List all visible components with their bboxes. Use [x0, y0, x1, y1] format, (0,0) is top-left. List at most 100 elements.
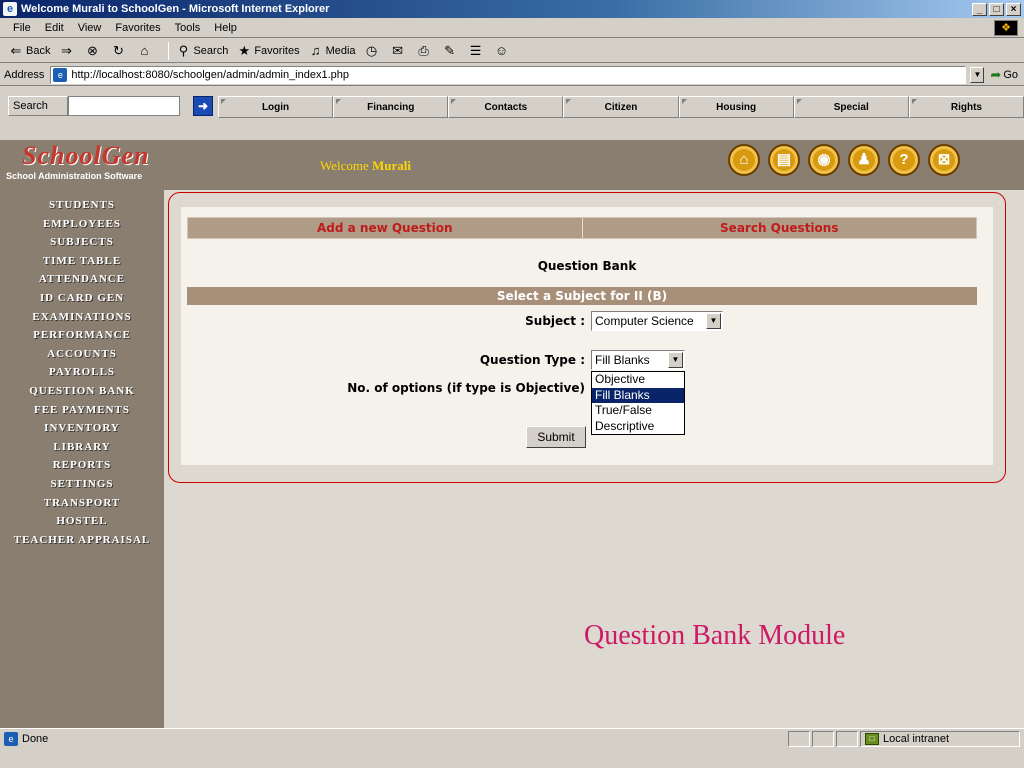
search-button[interactable]: ⚲ Search [175, 42, 229, 59]
sidebar-item-settings[interactable]: SETTINGS [0, 475, 164, 494]
option-descriptive[interactable]: Descriptive [592, 419, 684, 435]
sidebar-item-teacher-appraisal[interactable]: TEACHER APPRAISAL [0, 531, 164, 550]
option-objective[interactable]: Objective [592, 372, 684, 388]
forward-arrow-icon: ⇒ [61, 42, 72, 58]
option-fill-blanks[interactable]: Fill Blanks [592, 387, 684, 403]
bottom-strip [0, 748, 1024, 768]
refresh-button[interactable]: ↻ [110, 43, 128, 59]
minimize-button[interactable]: _ [972, 2, 987, 16]
history-icon: ◷ [365, 42, 378, 58]
close-icon[interactable]: ⊠ [928, 144, 960, 176]
print-button[interactable]: ⎙ [416, 43, 434, 59]
sidebar-item-library[interactable]: LIBRARY [0, 438, 164, 457]
tab-housing[interactable]: Housing [678, 96, 794, 118]
globe-icon[interactable]: ◉ [808, 144, 840, 176]
tab-login[interactable]: Login [218, 96, 334, 118]
address-bar: Address e http://localhost:8080/schoolge… [0, 64, 1024, 86]
sidebar-item-id-card-gen[interactable]: ID CARD GEN [0, 289, 164, 308]
menu-tools[interactable]: Tools [168, 22, 208, 34]
tab-contacts[interactable]: Contacts [448, 96, 564, 118]
status-bar: e Done □ Local intranet [0, 728, 1024, 748]
sidebar-item-transport[interactable]: TRANSPORT [0, 494, 164, 513]
discuss-button[interactable]: ☰ [468, 43, 486, 59]
address-dropdown-arrow[interactable]: ▼ [970, 66, 985, 83]
question-type-select[interactable]: Fill Blanks ▼ [591, 350, 685, 370]
go-button[interactable]: ➦ Go [990, 67, 1018, 83]
home-icon[interactable]: ⌂ [728, 144, 760, 176]
ie-logo-icon: e [3, 2, 17, 16]
logo-name: SchoolGen [22, 141, 150, 170]
options-label: No. of options (if type is Objective) [347, 381, 585, 395]
option-true-false[interactable]: True/False [592, 403, 684, 419]
maximize-button[interactable]: □ [989, 2, 1004, 16]
sidebar-item-employees[interactable]: EMPLOYEES [0, 215, 164, 234]
status-pane [812, 730, 834, 747]
sidebar-item-students[interactable]: STUDENTS [0, 196, 164, 215]
back-button[interactable]: ⇐ Back [8, 43, 51, 59]
address-input[interactable]: e http://localhost:8080/schoolgen/admin/… [50, 65, 967, 84]
welcome-message: Welcome Murali [320, 158, 412, 173]
history-button[interactable]: ◷ [364, 43, 382, 59]
forward-button[interactable]: ⇒ [58, 43, 76, 59]
stop-icon: ⊗ [87, 42, 98, 58]
question-type-dropdown-list: Objective Fill Blanks True/False Descrip… [591, 371, 685, 435]
menu-help[interactable]: Help [207, 22, 244, 34]
home-button[interactable]: ⌂ [136, 43, 154, 59]
page-title: Question Bank [537, 259, 637, 273]
favorites-icon: ★ [238, 42, 251, 58]
menu-view[interactable]: View [71, 22, 109, 34]
submit-button[interactable]: Submit [526, 426, 586, 448]
close-window-button[interactable]: × [1006, 2, 1021, 16]
status-text: Done [22, 732, 49, 745]
search-go-button[interactable]: ➜ [193, 96, 213, 116]
tab-rights[interactable]: Rights [908, 96, 1024, 118]
status-pane [788, 730, 810, 747]
stop-button[interactable]: ⊗ [84, 43, 102, 59]
sidebar-item-accounts[interactable]: ACCOUNTS [0, 345, 164, 364]
link-tabs: Login Financing Contacts Citizen Housing… [218, 96, 1024, 118]
intranet-icon: □ [865, 732, 879, 745]
window-title: Welcome Murali to SchoolGen - Microsoft … [21, 3, 330, 15]
menu-edit[interactable]: Edit [38, 22, 71, 34]
sidebar-item-fee-payments[interactable]: FEE PAYMENTS [0, 401, 164, 420]
sidebar-item-payrolls[interactable]: PAYROLLS [0, 363, 164, 382]
sidebar-item-inventory[interactable]: INVENTORY [0, 419, 164, 438]
window-title-bar: e Welcome Murali to SchoolGen - Microsof… [0, 0, 1024, 18]
sidebar-item-performance[interactable]: PERFORMANCE [0, 326, 164, 345]
tab-add-question[interactable]: Add a new Question [188, 218, 582, 238]
toolbar-search-input[interactable] [68, 96, 180, 116]
chevron-down-icon: ▼ [668, 352, 683, 368]
sidebar-item-attendance[interactable]: ATTENDANCE [0, 270, 164, 289]
tab-search-questions[interactable]: Search Questions [581, 218, 977, 238]
address-label: Address [4, 68, 45, 81]
messenger-button[interactable]: ☺ [494, 43, 512, 59]
media-button[interactable]: ♫ Media [308, 43, 356, 59]
book-icon[interactable]: ▤ [768, 144, 800, 176]
tab-special[interactable]: Special [793, 96, 909, 118]
sidebar-item-subjects[interactable]: SUBJECTS [0, 233, 164, 252]
app-header: SchoolGen School Administration Software… [0, 140, 1024, 190]
edit-button[interactable]: ✎ [442, 43, 460, 59]
page-icon: e [53, 67, 68, 82]
people-icon[interactable]: ♟ [848, 144, 880, 176]
schoolgen-logo: SchoolGen School Administration Software [4, 141, 164, 189]
menu-favorites[interactable]: Favorites [108, 22, 167, 34]
sidebar-item-hostel[interactable]: HOSTEL [0, 512, 164, 531]
menu-file[interactable]: File [6, 22, 38, 34]
help-icon[interactable]: ? [888, 144, 920, 176]
sidebar-item-time-table[interactable]: TIME TABLE [0, 252, 164, 271]
mail-button[interactable]: ✉ [390, 43, 408, 59]
sidebar-item-examinations[interactable]: EXAMINATIONS [0, 308, 164, 327]
toolbar-separator [168, 41, 170, 60]
search-icon: ⚲ [178, 42, 189, 58]
tab-citizen[interactable]: Citizen [563, 96, 679, 118]
subject-select[interactable]: Computer Science ▼ [591, 311, 723, 331]
links-toolbar: Search ➜ Login Financing Contacts Citize… [0, 86, 1024, 129]
tab-financing[interactable]: Financing [333, 96, 449, 118]
sidebar-item-reports[interactable]: REPORTS [0, 456, 164, 475]
sidebar: STUDENTS EMPLOYEES SUBJECTS TIME TABLE A… [0, 190, 164, 728]
sidebar-item-question-bank[interactable]: QUESTION BANK [0, 382, 164, 401]
favorites-button[interactable]: ★ Favorites [236, 42, 300, 59]
header-icons: ⌂ ▤ ◉ ♟ ? ⊠ [728, 144, 960, 176]
search-toolbar-label: Search [8, 96, 68, 116]
